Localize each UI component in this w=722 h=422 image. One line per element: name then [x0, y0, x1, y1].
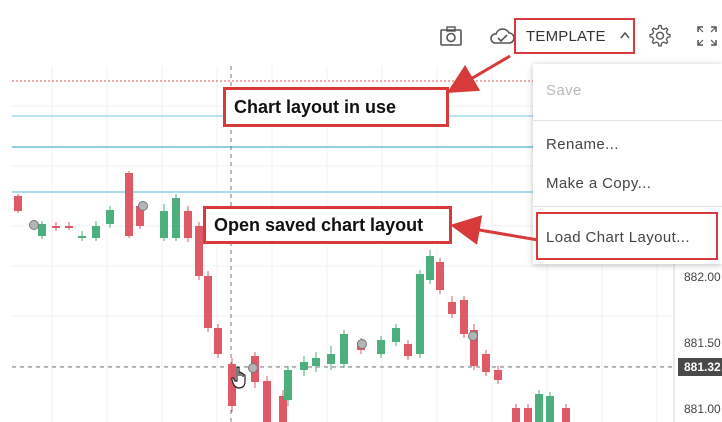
- menu-divider: [533, 206, 722, 207]
- marker-dot: [29, 220, 39, 230]
- candle: [436, 262, 444, 290]
- chart-toolbar: TEMPLATE: [0, 0, 722, 66]
- price-label-881: 881.00: [678, 400, 722, 418]
- screenshot-button[interactable]: [436, 20, 466, 52]
- marker-dot: [468, 331, 478, 341]
- chevron-up-icon: [620, 30, 630, 42]
- candle: [524, 408, 532, 422]
- callout-layout-in-use: Chart layout in use: [223, 87, 449, 127]
- candle: [562, 408, 570, 422]
- candle: [416, 274, 424, 354]
- menu-item-rename[interactable]: Rename...: [533, 126, 722, 162]
- price-label-881-50: 881.50: [678, 334, 722, 352]
- price-label-882: 882.00: [678, 268, 722, 286]
- candle: [160, 211, 168, 238]
- candle: [38, 224, 46, 236]
- fullscreen-icon: [696, 25, 718, 47]
- candle: [52, 226, 60, 228]
- template-button[interactable]: TEMPLATE: [514, 18, 635, 54]
- callout-open-saved-layout: Open saved chart layout: [203, 206, 452, 244]
- marker-dot: [138, 201, 148, 211]
- settings-button[interactable]: [645, 20, 675, 52]
- candle: [204, 276, 212, 328]
- gear-icon: [648, 24, 672, 48]
- menu-item-make-copy[interactable]: Make a Copy...: [533, 165, 722, 201]
- candle: [300, 362, 308, 370]
- candle: [78, 236, 86, 238]
- candle: [184, 211, 192, 238]
- candle: [92, 226, 100, 238]
- candle: [494, 370, 502, 380]
- candle: [195, 226, 203, 276]
- candle: [65, 226, 73, 228]
- template-label: TEMPLATE: [526, 27, 606, 45]
- candle: [14, 196, 22, 211]
- candle: [172, 198, 180, 238]
- candle: [340, 334, 348, 364]
- cloud-check-icon: [488, 25, 516, 47]
- candle: [404, 344, 412, 356]
- marker-dot: [357, 339, 367, 349]
- menu-divider: [533, 120, 722, 121]
- candle: [512, 408, 520, 422]
- candle: [312, 358, 320, 366]
- candle: [392, 328, 400, 342]
- current-price-label: 881.32: [678, 358, 722, 376]
- candle: [284, 370, 292, 400]
- candle: [106, 210, 114, 224]
- candle: [263, 381, 271, 422]
- hand-cursor-icon: [231, 366, 246, 389]
- candle: [327, 354, 335, 364]
- fullscreen-button[interactable]: [692, 20, 722, 52]
- candle: [546, 396, 554, 422]
- candle: [214, 328, 222, 354]
- candle: [535, 394, 543, 422]
- candle: [426, 256, 434, 280]
- candle: [125, 173, 133, 236]
- candle: [448, 302, 456, 314]
- camera-icon: [439, 25, 463, 47]
- menu-item-save[interactable]: Save: [533, 72, 722, 108]
- candle: [377, 340, 385, 354]
- candle: [482, 354, 490, 372]
- load-layout-highlight: [536, 212, 718, 260]
- candle: [460, 300, 468, 334]
